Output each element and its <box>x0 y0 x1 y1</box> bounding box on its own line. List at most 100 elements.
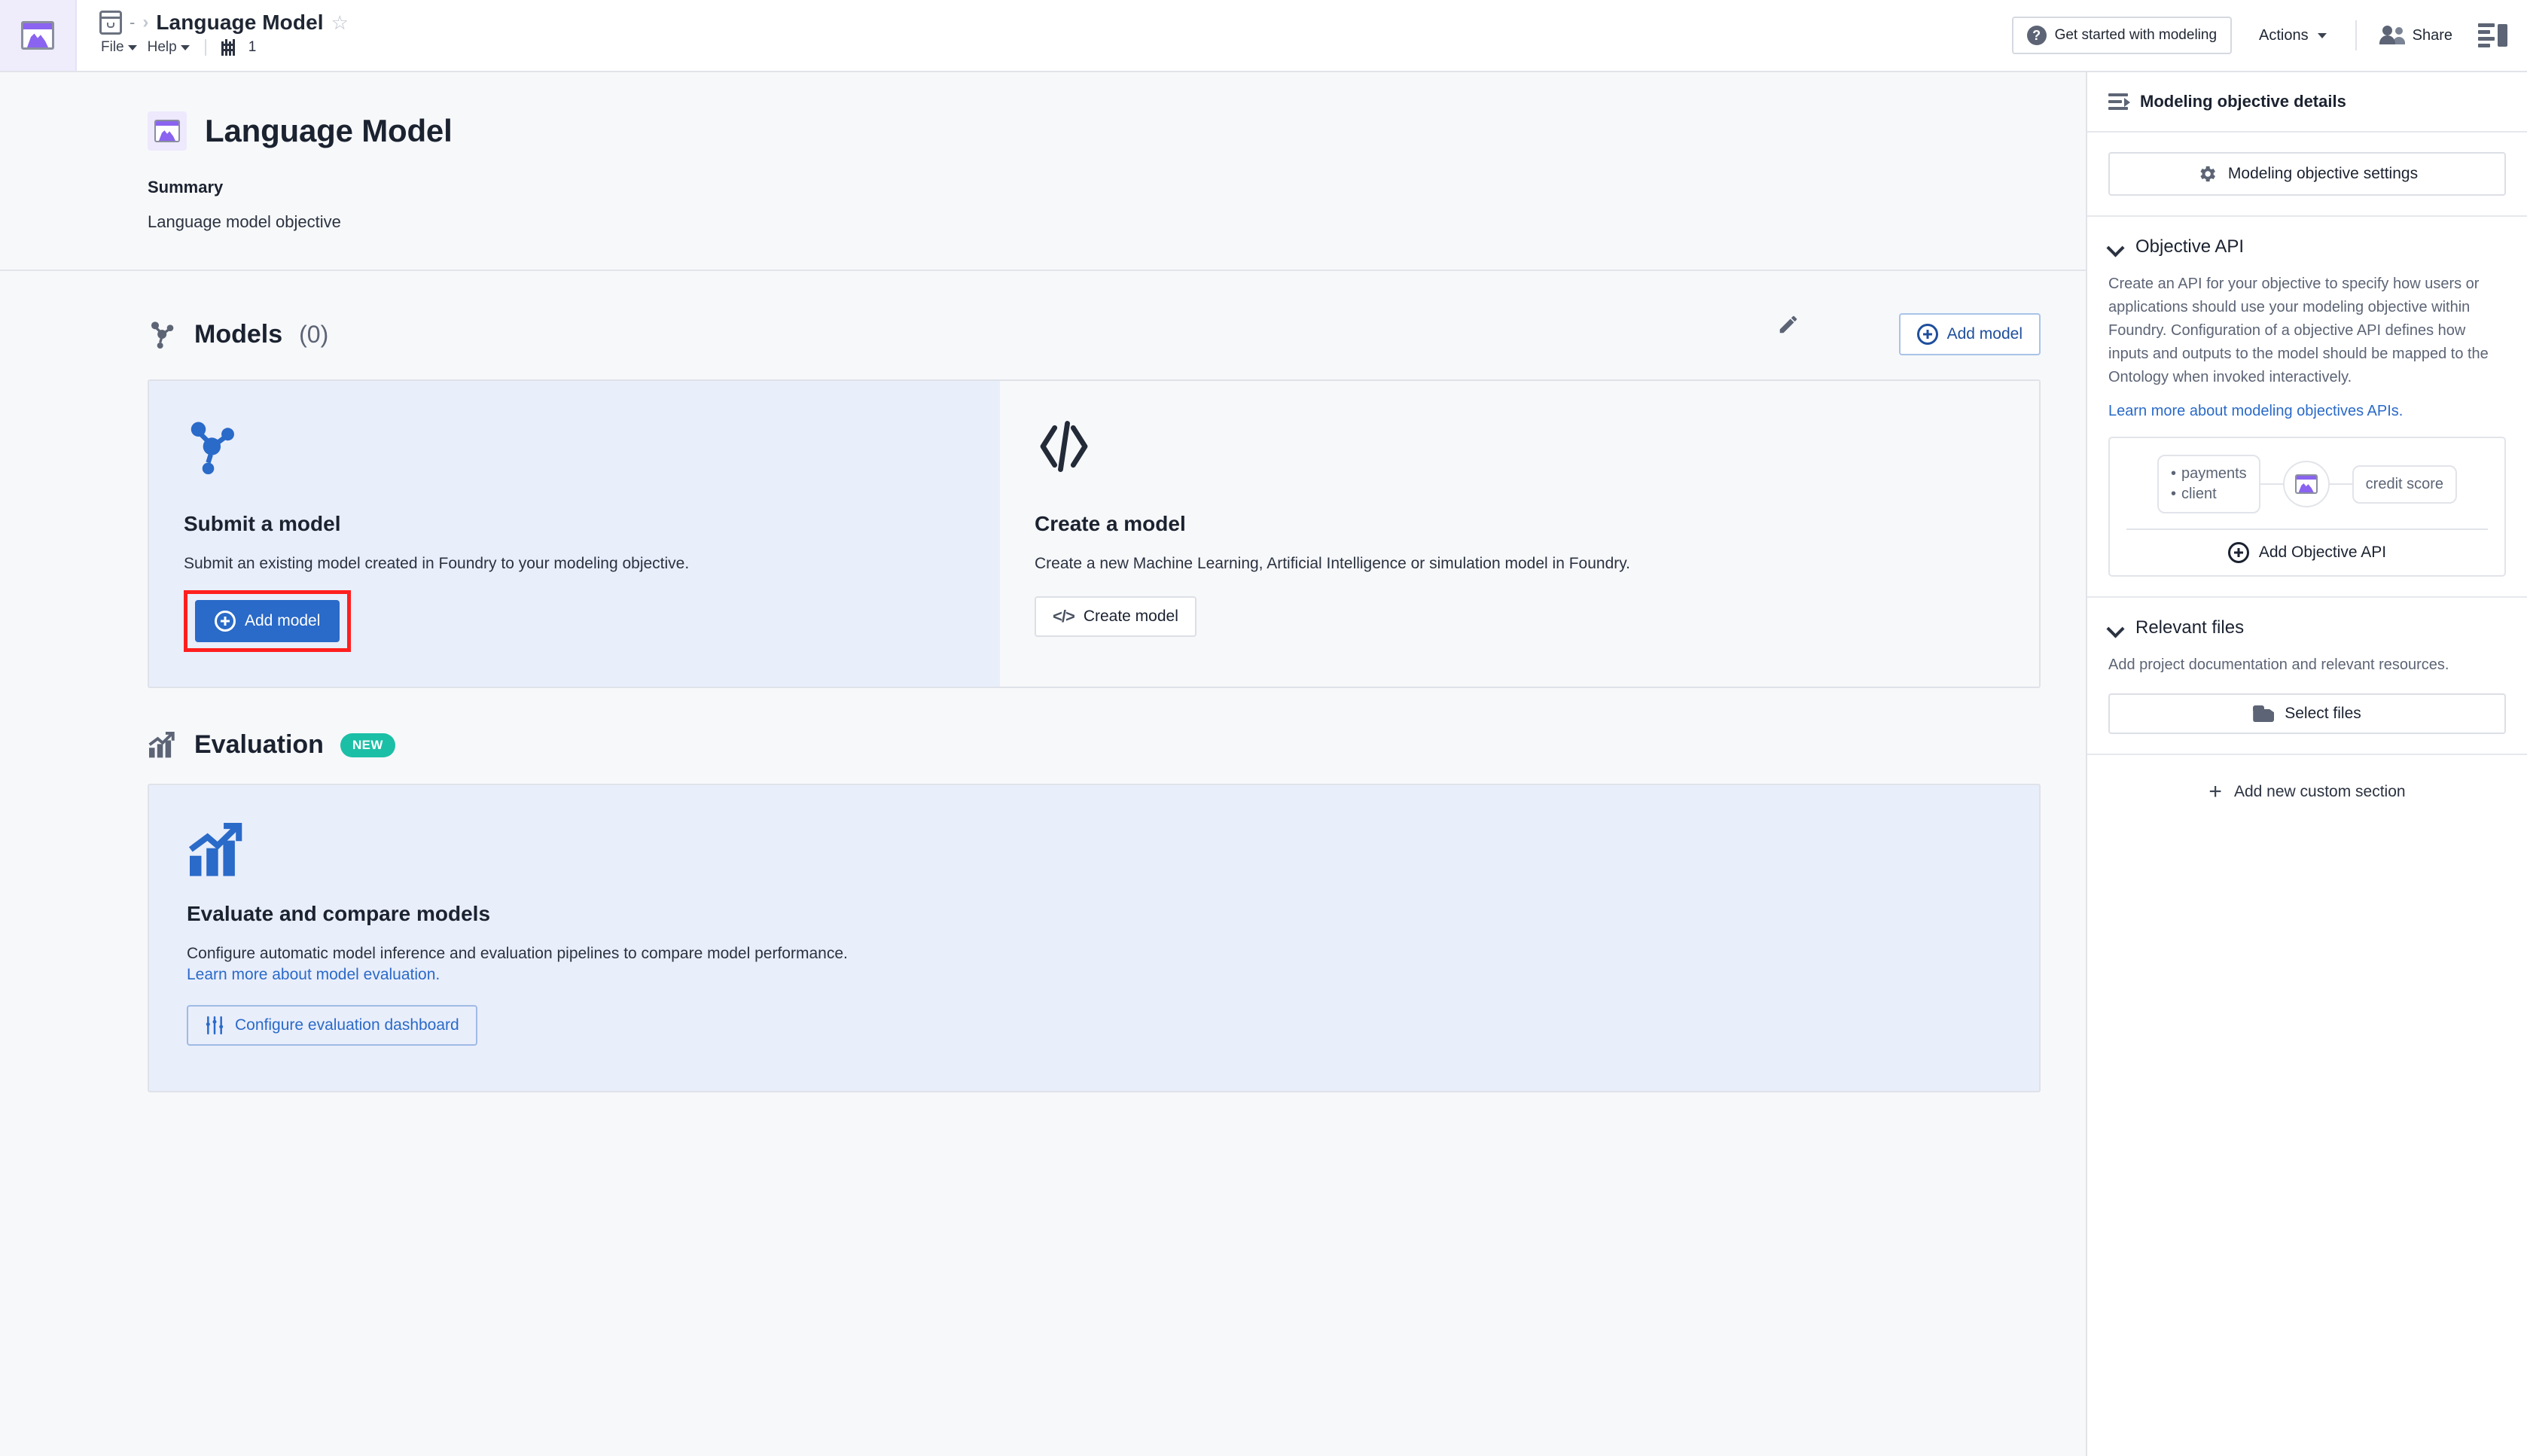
sidebar-settings-block: Modeling objective settings <box>2087 133 2527 215</box>
pencil-edit-icon[interactable] <box>1777 313 1800 336</box>
api-input-label: payments <box>2181 465 2247 482</box>
page-title: Language Model <box>205 113 453 148</box>
api-output-box: credit score <box>2352 465 2458 504</box>
top-bar: - › Language Model ☆ File Help 1 ? Get s… <box>0 0 2527 72</box>
sidebar-title: Modeling objective details <box>2140 92 2346 111</box>
evaluation-title: Evaluation <box>194 730 324 760</box>
objective-api-header[interactable]: Objective API <box>2108 236 2506 257</box>
add-model-button-header[interactable]: Add model <box>1898 313 2041 355</box>
api-model-node <box>2282 461 2330 507</box>
people-icon <box>2379 26 2405 45</box>
summary-label: Summary <box>148 178 224 196</box>
create-model-button-label: Create model <box>1083 608 1178 626</box>
submit-model-title: Submit a model <box>184 512 341 535</box>
status-badge: NEW <box>340 733 395 757</box>
objective-api-section: Objective API Create an API for your obj… <box>2087 217 2527 596</box>
models-cards: Submit a model Submit an existing model … <box>148 379 2041 689</box>
models-section: Models (0) Add model Submit a model Subm… <box>0 271 2086 689</box>
get-started-button[interactable]: ? Get started with modeling <box>2011 17 2233 54</box>
add-model-header-label: Add model <box>1946 325 2023 343</box>
breadcrumb-separator: › <box>142 12 149 32</box>
chart-trend-icon <box>188 823 242 877</box>
submit-model-card: Submit a model Submit an existing model … <box>149 381 1000 687</box>
star-outline-icon[interactable]: ☆ <box>331 13 349 32</box>
breadcrumb: - › Language Model ☆ File Help 1 <box>77 0 2012 71</box>
objective-api-diagram: • payments • client credit score <box>2126 455 2488 513</box>
api-inputs-box: • payments • client <box>2157 455 2260 513</box>
actions-label: Actions <box>2259 26 2309 44</box>
panel-toggle-icon[interactable] <box>2478 23 2507 47</box>
menu-help[interactable]: Help <box>148 39 190 56</box>
highlight-annotation: Add model <box>184 590 352 653</box>
app-launcher-tile[interactable] <box>0 0 77 71</box>
add-objective-api-label: Add Objective API <box>2258 544 2387 561</box>
share-button[interactable]: Share <box>2375 18 2458 53</box>
chevron-down-icon <box>2317 32 2327 38</box>
add-model-card-label: Add model <box>245 612 321 630</box>
api-input-item: • client <box>2171 484 2247 504</box>
relevant-files-title: Relevant files <box>2135 617 2245 638</box>
model-graph-icon <box>191 422 234 475</box>
add-model-button-card[interactable]: Add model <box>195 600 340 643</box>
toolbar-divider <box>2355 20 2357 50</box>
breadcrumb-dash: - <box>130 13 136 32</box>
menu-help-label: Help <box>147 39 177 55</box>
api-wire-left <box>2260 483 2283 485</box>
api-output-label: credit score <box>2365 475 2444 492</box>
model-graph-icon <box>151 321 174 349</box>
models-title: Models <box>194 319 283 349</box>
models-section-header: Models (0) Add model <box>148 313 2041 355</box>
chevron-down-icon <box>180 44 190 50</box>
body: Language Model Summary Language model ob… <box>0 72 2527 1456</box>
select-files-label: Select files <box>2285 705 2361 722</box>
relevant-files-header[interactable]: Relevant files <box>2108 617 2506 638</box>
summary-text: Language model objective <box>148 212 341 231</box>
relevant-files-desc: Add project documentation and relevant r… <box>2108 656 2449 673</box>
details-sidebar: Modeling objective details Modeling obje… <box>2086 72 2527 1456</box>
modeling-objective-settings-button[interactable]: Modeling objective settings <box>2108 152 2506 196</box>
objective-icon <box>148 111 187 151</box>
objective-api-panel: • payments • client credit score Add Objec… <box>2108 437 2506 577</box>
configure-evaluation-dashboard-label: Configure evaluation dashboard <box>235 1016 459 1034</box>
create-model-desc: Create a new Machine Learning, Artificia… <box>1035 555 1631 572</box>
project-box-icon[interactable] <box>99 11 122 35</box>
menu-file[interactable]: File <box>101 39 137 56</box>
building-grid-icon[interactable] <box>221 39 238 56</box>
evaluation-card: Evaluate and compare models Configure au… <box>148 784 2041 1092</box>
question-circle-icon: ? <box>2026 26 2047 45</box>
objective-api-learn-more-link[interactable]: Learn more about modeling objectives API… <box>2108 403 2403 420</box>
chevron-down-icon <box>127 44 137 50</box>
add-new-custom-section-button[interactable]: + Add new custom section <box>2087 755 2527 829</box>
plus-icon: + <box>2208 779 2222 804</box>
configure-evaluation-dashboard-button[interactable]: Configure evaluation dashboard <box>187 1004 477 1046</box>
gear-icon <box>2200 166 2215 182</box>
code-brackets-icon: </> <box>1053 607 1075 626</box>
submit-model-desc: Submit an existing model created in Foun… <box>184 555 690 572</box>
api-input-label: client <box>2181 486 2217 502</box>
grid-count: 1 <box>248 39 257 55</box>
details-panel-icon <box>2108 93 2130 110</box>
circle-plus-icon <box>215 611 236 632</box>
objective-api-title: Objective API <box>2135 236 2245 257</box>
breadcrumb-title: Language Model <box>156 11 324 34</box>
circle-plus-icon <box>2227 542 2249 563</box>
api-wire-right <box>2329 483 2352 485</box>
add-new-custom-section-label: Add new custom section <box>2233 783 2406 800</box>
code-brackets-icon <box>1040 421 1088 472</box>
create-model-card: Create a model Create a new Machine Lear… <box>1000 381 2039 687</box>
add-objective-api-button[interactable]: Add Objective API <box>2126 528 2488 575</box>
create-model-button[interactable]: </> Create model <box>1035 596 1196 638</box>
relevant-files-section: Relevant files Add project documentation… <box>2087 598 2527 754</box>
evaluation-section-header: Evaluation NEW <box>148 730 2041 760</box>
folder-icon <box>2253 705 2274 722</box>
select-files-button[interactable]: Select files <box>2108 693 2506 734</box>
evaluation-card-title: Evaluate and compare models <box>187 902 491 926</box>
evaluation-card-desc: Configure automatic model inference and … <box>187 945 848 963</box>
modeling-objective-settings-label: Modeling objective settings <box>2227 165 2419 182</box>
objective-api-desc: Create an API for your objective to spec… <box>2108 276 2489 385</box>
actions-menu-button[interactable]: Actions <box>2248 20 2337 52</box>
objective-hero: Language Model Summary Language model ob… <box>0 72 2086 334</box>
evaluation-section: Evaluation NEW Evaluate and compare mode… <box>0 688 2086 1092</box>
main-content: Language Model Summary Language model ob… <box>0 72 2086 1456</box>
evaluation-learn-more-link[interactable]: Learn more about model evaluation. <box>187 966 440 983</box>
